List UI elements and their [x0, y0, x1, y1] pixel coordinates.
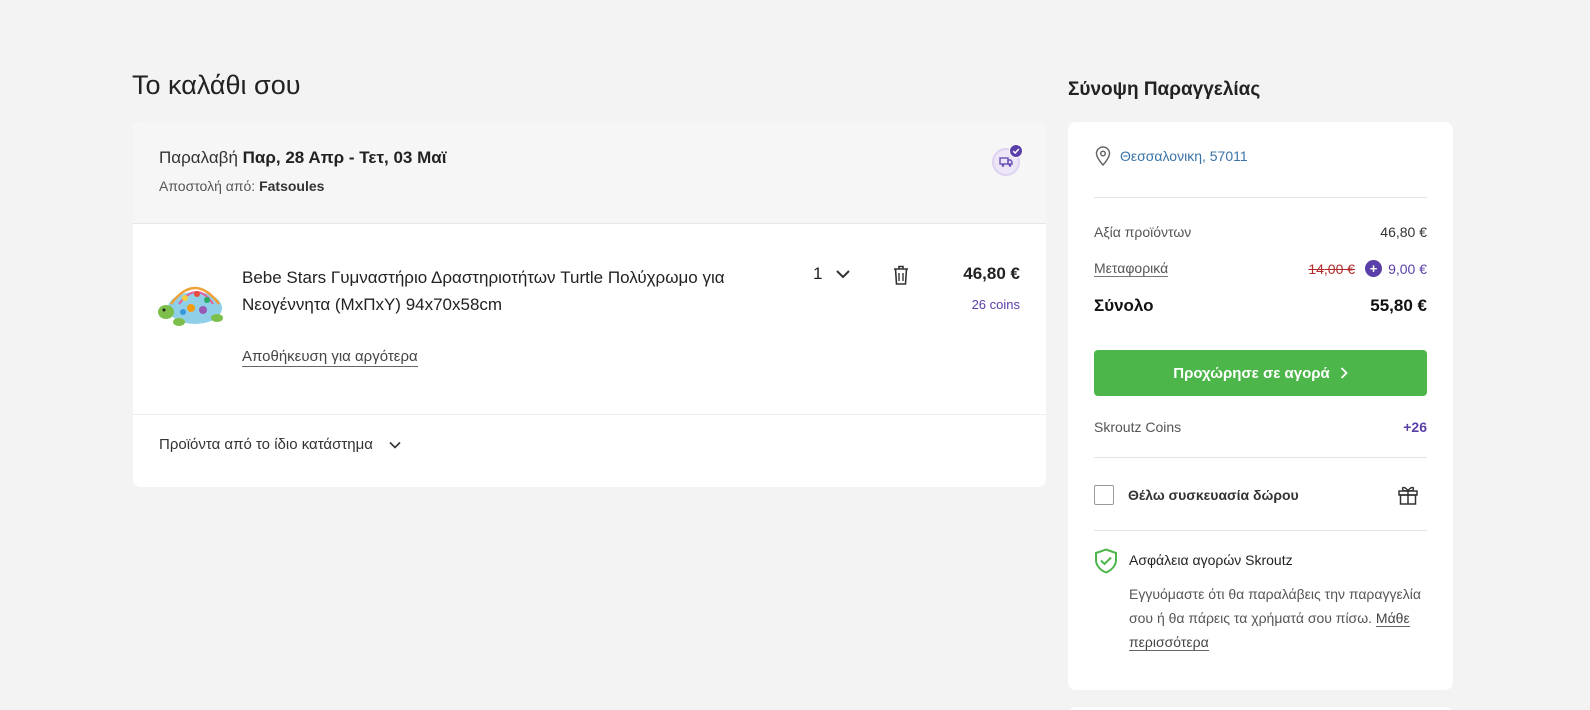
same-store-toggle[interactable]: Προϊόντα από το ίδιο κατάστημα: [159, 436, 401, 453]
delivery-truck-icon: [992, 144, 1023, 176]
total-value: 55,80 €: [1370, 296, 1427, 315]
skroutz-coins-row: Skroutz Coins +26: [1094, 419, 1427, 435]
summary-title: Σύνοψη Παραγγελίας: [1068, 79, 1261, 100]
divider: [1094, 530, 1427, 531]
item-coins: 26 coins: [971, 297, 1020, 312]
total-label: Σύνολο: [1094, 296, 1154, 315]
gift-icon: [1398, 486, 1418, 505]
products-value-row: Αξία προϊόντων 46,80 €: [1094, 224, 1427, 240]
plus-icon: +: [1365, 260, 1383, 277]
chevron-down-icon: [836, 270, 851, 279]
gift-wrap-label[interactable]: Θέλω συσκευασία δώρου: [1128, 487, 1299, 503]
trash-icon[interactable]: [891, 264, 911, 286]
delivery-location[interactable]: Θεσσαλονικη, 57011: [1094, 146, 1248, 166]
products-value: 46,80 €: [1380, 224, 1427, 240]
delivery-header: Παραλαβή Παρ, 28 Απρ - Τετ, 03 Μαϊ Αποστ…: [133, 121, 1046, 224]
shipping-prices: 14,00 € + 9,00 €: [1308, 260, 1427, 277]
cart-card: Παραλαβή Παρ, 28 Απρ - Τετ, 03 Μαϊ Αποστ…: [133, 121, 1046, 487]
shipper-info: Αποστολή από: Fatsoules: [159, 178, 324, 194]
save-for-later-link[interactable]: Αποθήκευση για αργότερα: [242, 348, 418, 367]
shipping-label[interactable]: Μεταφορικά: [1094, 260, 1169, 277]
check-icon: [1009, 144, 1023, 158]
shipper-prefix: Αποστολή από:: [159, 178, 260, 194]
delivery-dates: Παρ, 28 Απρ - Τετ, 03 Μαϊ: [242, 148, 447, 167]
divider: [1094, 457, 1427, 458]
total-row: Σύνολο 55,80 €: [1094, 296, 1427, 316]
same-store-label: Προϊόντα από το ίδιο κατάστημα: [159, 436, 373, 453]
cart-item: Bebe Stars Γυμναστήριο Δραστηριοτήτων Tu…: [133, 224, 1046, 415]
location-pin-icon: [1095, 146, 1111, 166]
product-image[interactable]: [157, 274, 227, 330]
coins-label: Skroutz Coins: [1094, 419, 1182, 435]
coins-value: +26: [1403, 419, 1427, 435]
delivery-info: Παραλαβή Παρ, 28 Απρ - Τετ, 03 Μαϊ: [159, 148, 446, 168]
safety-title: Ασφάλεια αγορών Skroutz: [1129, 552, 1293, 568]
shipper-name: Fatsoules: [259, 178, 325, 194]
divider: [1094, 197, 1427, 198]
chevron-down-icon: [389, 441, 401, 449]
checkout-label: Προχώρησε σε αγορά: [1173, 364, 1330, 382]
gift-wrap-checkbox[interactable]: [1094, 485, 1114, 505]
quantity-value: 1: [813, 264, 823, 283]
shipping-new-price: 9,00 €: [1388, 260, 1427, 277]
shipping-row: Μεταφορικά 14,00 € + 9,00 €: [1094, 260, 1427, 277]
quantity-selector[interactable]: 1: [813, 264, 851, 284]
products-value-label: Αξία προϊόντων: [1094, 224, 1192, 240]
safety-text: Εγγυόμαστε ότι θα παραλάβεις την παραγγε…: [1129, 582, 1429, 654]
chevron-right-icon: [1340, 367, 1348, 379]
checkout-button[interactable]: Προχώρησε σε αγορά: [1094, 350, 1427, 396]
order-summary-card: Θεσσαλονικη, 57011 Αξία προϊόντων 46,80 …: [1068, 122, 1453, 690]
delivery-prefix: Παραλαβή: [159, 148, 243, 167]
shipping-old-price: 14,00 €: [1308, 260, 1356, 277]
gift-wrap-row: Θέλω συσκευασία δώρου: [1094, 484, 1427, 506]
product-title[interactable]: Bebe Stars Γυμναστήριο Δραστηριοτήτων Tu…: [242, 264, 762, 318]
location-text: Θεσσαλονικη, 57011: [1120, 148, 1248, 164]
item-price: 46,80 €: [963, 264, 1020, 283]
shield-check-icon: [1095, 548, 1117, 574]
page-title: Το καλάθι σου: [132, 70, 301, 100]
